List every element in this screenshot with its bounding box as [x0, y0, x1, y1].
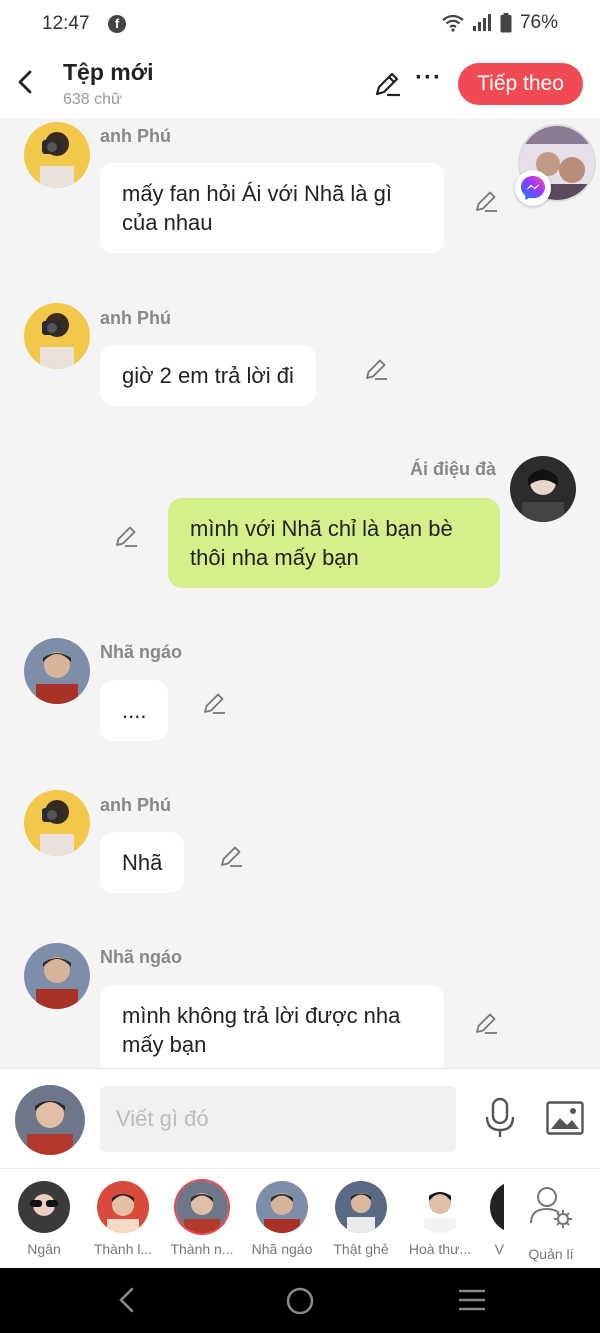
edit-message-icon[interactable]	[218, 843, 244, 869]
microphone-icon[interactable]	[483, 1097, 517, 1139]
message-bubble[interactable]: Nhã	[100, 832, 185, 893]
character-item[interactable]: V	[470, 1181, 504, 1257]
message-bubble[interactable]: giờ 2 em trả lời đi	[100, 345, 316, 406]
character-name: Thành l...	[93, 1241, 153, 1257]
character-item[interactable]: Nhã ngáo	[244, 1181, 320, 1257]
character-name: Nhã ngáo	[251, 1241, 313, 1257]
manage-characters-button[interactable]: Quản lí	[520, 1181, 582, 1262]
user-settings-icon	[530, 1187, 572, 1228]
status-bar: 12:47 f 76%	[0, 0, 600, 50]
character-avatar	[176, 1181, 228, 1233]
character-name: Ngân	[27, 1241, 61, 1257]
battery-icon	[500, 13, 512, 33]
edit-message-icon[interactable]	[201, 690, 227, 716]
signal-icon	[472, 14, 491, 31]
word-count: 638 chữ	[63, 91, 122, 108]
next-button[interactable]: Tiếp theo	[458, 63, 583, 105]
messenger-icon	[515, 170, 551, 206]
character-item-selected[interactable]: Thành n...	[164, 1181, 240, 1257]
nav-back-icon[interactable]	[116, 1286, 138, 1314]
avatar-nha-ngao[interactable]	[24, 638, 90, 704]
avatar-ai-dieu-da[interactable]	[510, 456, 576, 522]
message-bubble[interactable]: ....	[100, 680, 169, 741]
sender-name: anh Phú	[100, 795, 171, 815]
avatar-anh-phu[interactable]	[24, 122, 90, 188]
edit-message-icon[interactable]	[113, 523, 139, 549]
character-name: Thật ghẻ	[333, 1241, 389, 1257]
status-time: 12:47	[42, 13, 90, 34]
character-avatar	[490, 1181, 504, 1233]
avatar-anh-phu[interactable]	[24, 303, 90, 369]
avatar-nha-ngao[interactable]	[24, 943, 90, 1009]
character-item[interactable]: Ngân	[6, 1181, 82, 1257]
edit-message-icon[interactable]	[473, 1010, 499, 1036]
message-bubble[interactable]: mình không trả lời được nha mấy bạn	[100, 985, 444, 1068]
image-icon[interactable]	[546, 1101, 584, 1135]
current-character-avatar[interactable]	[15, 1085, 85, 1155]
character-name: V	[494, 1241, 504, 1257]
more-options-icon[interactable]: ···	[415, 66, 441, 96]
message-bubble[interactable]: mấy fan hỏi Ái với Nhã là gì của nhau	[100, 163, 444, 253]
character-strip: Ngân Thành l... Thành n... Nhã ngáo Thật…	[0, 1168, 600, 1268]
character-avatar	[97, 1181, 149, 1233]
wifi-icon	[442, 14, 464, 32]
sender-name: Nhã ngáo	[100, 642, 183, 662]
sender-name: anh Phú	[100, 308, 171, 328]
character-avatar	[335, 1181, 387, 1233]
system-nav-bar	[0, 1268, 600, 1333]
character-name: Thành n...	[170, 1241, 234, 1257]
edit-pencil-icon[interactable]	[373, 70, 401, 98]
nav-home-icon[interactable]	[285, 1286, 315, 1316]
avatar-anh-phu[interactable]	[24, 790, 90, 856]
character-item[interactable]: Hoà thư...	[402, 1181, 478, 1257]
back-arrow-icon[interactable]	[12, 66, 40, 98]
character-avatar	[18, 1181, 70, 1233]
page-title: Tệp mới	[63, 59, 154, 85]
message-input[interactable]	[100, 1086, 456, 1152]
composer-bar	[0, 1068, 600, 1168]
manage-label: Quản lí	[528, 1246, 574, 1262]
character-avatar	[256, 1181, 308, 1233]
facebook-notification-icon: f	[108, 15, 126, 33]
character-avatar	[414, 1181, 466, 1233]
sender-name: Ái điệu đà	[410, 459, 497, 479]
message-bubble-own[interactable]: mình với Nhã chỉ là bạn bè thôi nha mấy …	[168, 498, 500, 588]
character-item[interactable]: Thành l...	[85, 1181, 161, 1257]
app-header: Tệp mới 638 chữ ··· Tiếp theo	[0, 50, 600, 118]
status-icons: 76%	[442, 12, 558, 34]
edit-message-icon[interactable]	[363, 356, 389, 382]
nav-recent-apps-icon[interactable]	[457, 1288, 487, 1312]
chat-area: anh Phú mấy fan hỏi Ái với Nhã là gì của…	[0, 118, 600, 1068]
sender-name: Nhã ngáo	[100, 947, 183, 967]
sender-name: anh Phú	[100, 126, 171, 146]
character-item[interactable]: Thật ghẻ	[323, 1181, 399, 1257]
edit-message-icon[interactable]	[473, 188, 499, 214]
battery-percent: 76%	[519, 12, 558, 33]
character-name: Hoà thư...	[408, 1241, 472, 1257]
